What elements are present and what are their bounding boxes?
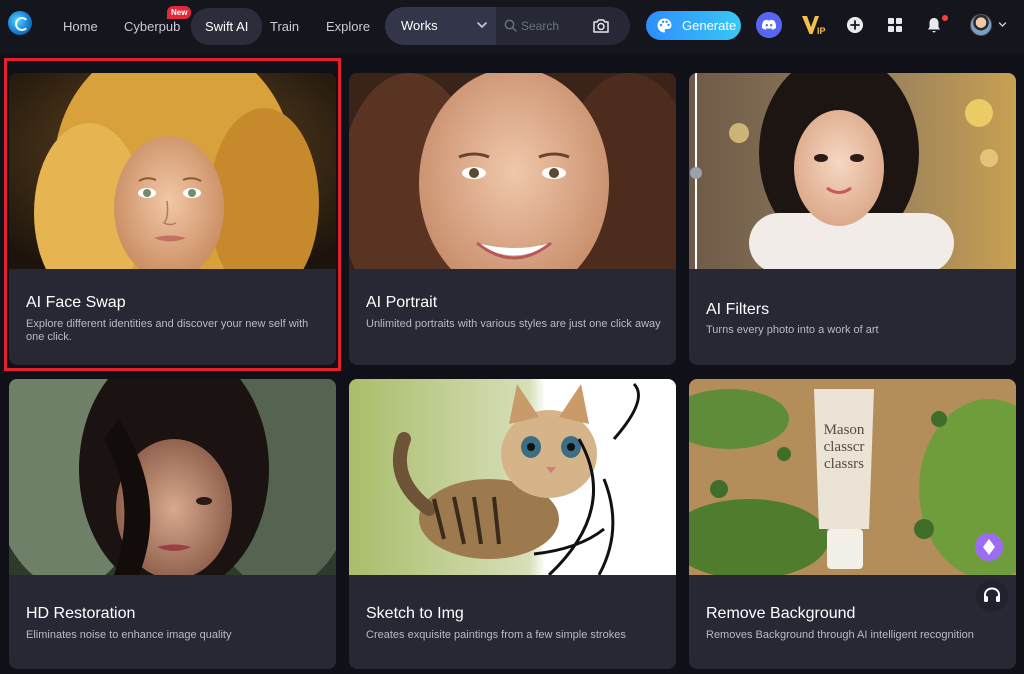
avatar[interactable] bbox=[970, 14, 992, 36]
selection-highlight bbox=[4, 58, 341, 371]
sketch-image bbox=[349, 379, 676, 575]
headset-icon[interactable] bbox=[976, 580, 1008, 612]
discord-icon[interactable] bbox=[756, 12, 782, 38]
chevron-down-icon bbox=[477, 22, 487, 29]
filters-image bbox=[689, 73, 1016, 269]
nav-train[interactable]: Train bbox=[262, 8, 307, 45]
nav-swift-ai[interactable]: Swift AI bbox=[191, 8, 263, 45]
card-remove-background[interactable]: Mason classcr classrs Remove Background Re… bbox=[689, 379, 1016, 669]
portrait-image bbox=[349, 73, 676, 269]
search-scope-select[interactable]: Works bbox=[385, 7, 496, 45]
card-title: AI Filters bbox=[706, 301, 770, 318]
nav-explore[interactable]: Explore bbox=[318, 8, 378, 45]
card-ai-portrait[interactable]: AI Portrait Unlimited portraits with var… bbox=[349, 73, 676, 365]
generate-label: Generate bbox=[682, 18, 737, 33]
chevron-down-icon[interactable] bbox=[998, 20, 1007, 29]
card-description: Eliminates noise to enhance image qualit… bbox=[26, 629, 232, 641]
notification-dot bbox=[942, 15, 948, 21]
card-description: Unlimited portraits with various styles … bbox=[366, 318, 661, 330]
hd-restoration-image bbox=[9, 379, 336, 575]
card-description: Removes Background through AI intelligen… bbox=[706, 629, 974, 641]
remove-background-image: Mason classcr classrs bbox=[689, 379, 1016, 575]
logo-icon[interactable] bbox=[8, 11, 32, 35]
search-bar: Works bbox=[385, 7, 630, 45]
card-sketch-to-img[interactable]: Sketch to Img Creates exquisite painting… bbox=[349, 379, 676, 669]
card-description: Creates exquisite paintings from a few s… bbox=[366, 629, 626, 641]
search-icon bbox=[504, 19, 517, 32]
new-badge: New bbox=[167, 6, 192, 19]
tube-brand-text: Mason classcr classrs bbox=[824, 422, 865, 472]
search-input[interactable] bbox=[521, 16, 589, 36]
card-title: Remove Background bbox=[706, 605, 856, 622]
card-description: Turns every photo into a work of art bbox=[706, 324, 879, 336]
card-title: HD Restoration bbox=[26, 605, 136, 622]
card-title: Sketch to Img bbox=[366, 605, 464, 622]
nav-home[interactable]: Home bbox=[55, 8, 106, 45]
svg-text:IP: IP bbox=[817, 26, 826, 36]
camera-icon[interactable] bbox=[591, 16, 611, 36]
card-hd-restoration[interactable]: HD Restoration Eliminates noise to enhan… bbox=[9, 379, 336, 669]
card-title: AI Portrait bbox=[366, 294, 438, 311]
bell-icon[interactable] bbox=[925, 16, 943, 34]
card-ai-filters[interactable]: AI Filters Turns every photo into a work… bbox=[689, 73, 1016, 365]
generate-button[interactable]: Generate bbox=[646, 11, 741, 40]
vip-icon[interactable]: IP bbox=[800, 13, 828, 37]
search-scope-label: Works bbox=[401, 18, 438, 33]
apps-grid-icon[interactable] bbox=[888, 18, 902, 32]
palette-icon bbox=[657, 18, 672, 33]
top-bar: Home Cyberpub New Swift AI Train Explore… bbox=[0, 0, 1024, 53]
plus-icon[interactable] bbox=[847, 17, 863, 33]
